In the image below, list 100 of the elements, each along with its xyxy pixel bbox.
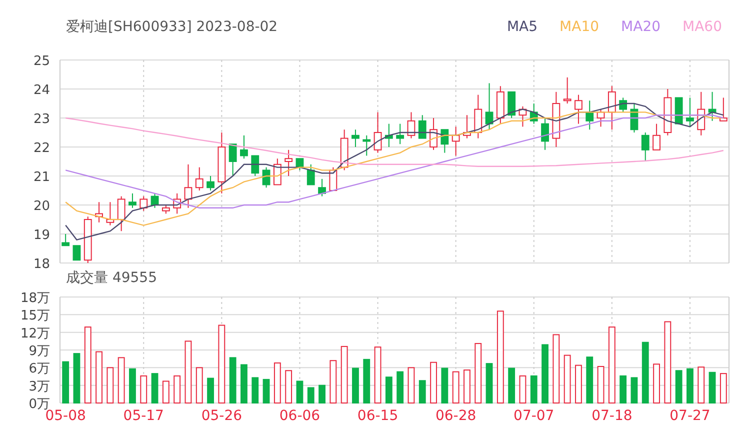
candlestick: [552, 91, 560, 148]
volume-bar: [408, 367, 415, 404]
volume-bar: [597, 366, 604, 404]
axis-label: 9万: [28, 344, 50, 359]
volume-bar: [285, 370, 292, 404]
candlestick: [664, 88, 672, 136]
candlestick: [485, 82, 494, 130]
volume-bar: [508, 368, 516, 404]
candlestick: [228, 144, 237, 176]
axis-label: 18万: [20, 291, 50, 306]
volume-bar: [262, 378, 270, 404]
candlestick: [396, 123, 404, 145]
candlestick: [352, 129, 360, 148]
axis-label: 24: [33, 83, 50, 98]
candlestick: [440, 129, 449, 154]
candlestick: [496, 86, 504, 124]
date-label: 06-28: [435, 408, 476, 424]
axis-label: 25: [33, 54, 50, 69]
volume-bar: [575, 364, 582, 404]
volume-bar: [653, 364, 660, 404]
legend-label: MA10: [560, 18, 600, 36]
candlestick: [719, 97, 728, 122]
volume-bar: [207, 378, 214, 404]
volume-bar: [252, 377, 259, 404]
volume-bar: [196, 367, 203, 404]
volume-bar: [229, 357, 236, 404]
legend-label: MA20: [621, 18, 661, 36]
date-label: 07-18: [592, 408, 632, 424]
candlestick: [708, 91, 716, 122]
axis-label: 12万: [20, 326, 50, 342]
date-label: 07-07: [514, 408, 554, 424]
axis-label: 21: [33, 170, 50, 185]
volume-bar: [698, 366, 705, 404]
candlestick: [296, 158, 304, 171]
chart-title: 爱柯迪[SH600933] 2023-08-02: [66, 18, 278, 36]
candlestick: [284, 149, 293, 176]
candlestick: [240, 134, 248, 160]
candlestick: [630, 103, 638, 133]
candlestick: [218, 132, 226, 194]
axis-label: 19: [33, 228, 50, 243]
volume-bar: [118, 357, 125, 404]
candlestick: [652, 123, 660, 150]
candlestick: [518, 106, 527, 128]
axis-label: 22: [33, 141, 50, 156]
candlestick: [195, 166, 204, 191]
volume-bar: [686, 368, 694, 404]
volume-bar: [464, 370, 470, 404]
candlestick: [641, 132, 650, 162]
volume-bar: [396, 371, 404, 404]
candlestick: [674, 97, 683, 124]
volume-bar: [330, 360, 337, 404]
date-label: 05-17: [123, 408, 164, 424]
candlestick: [463, 114, 471, 139]
volume-title: 成交量 49555: [66, 269, 157, 287]
candlestick: [95, 202, 103, 223]
candlestick: [140, 196, 148, 212]
candlestick: [384, 123, 393, 148]
volume-bar: [363, 358, 370, 404]
candlestick: [72, 245, 81, 261]
candlestick: [84, 216, 92, 264]
date-label: 06-06: [279, 408, 320, 424]
candlestick: [251, 155, 260, 176]
candlestick: [619, 97, 628, 113]
volume-bar: [240, 364, 248, 404]
candlestick: [608, 86, 616, 130]
candlestick: [508, 91, 516, 118]
volume-bar: [73, 353, 80, 404]
candlestick: [374, 112, 382, 154]
candlestick: [173, 192, 182, 214]
volume-bar: [307, 387, 314, 404]
candlestick: [697, 91, 706, 136]
candlestick: [306, 164, 315, 186]
candlestick: [62, 234, 70, 246]
axis-label: 6万: [28, 362, 50, 377]
volume-bar: [630, 377, 638, 404]
volume-bar: [62, 361, 70, 404]
candlestick: [206, 176, 214, 191]
candlestick: [262, 166, 270, 188]
candlestick: [530, 103, 538, 124]
date-label: 06-15: [357, 408, 398, 424]
volume-bar: [441, 368, 448, 404]
candlestick: [474, 94, 482, 139]
volume-bar: [296, 380, 304, 404]
candlestick: [362, 134, 371, 156]
volume-bar: [340, 346, 348, 404]
volume-bar: [708, 372, 716, 404]
date-label: 07-27: [670, 408, 710, 424]
volume-bar: [352, 368, 359, 404]
candlestick: [574, 94, 582, 124]
volume-bar: [564, 354, 571, 404]
candlestick: [407, 112, 416, 139]
volume-bar: [675, 370, 682, 404]
volume-bar: [552, 334, 560, 404]
volume-bar: [274, 362, 281, 404]
candlestick: [586, 100, 594, 130]
volume-bar: [720, 373, 727, 404]
candlestick: [686, 97, 694, 128]
candlestick: [128, 192, 136, 208]
volume-bar: [519, 375, 526, 404]
volume-bar: [385, 376, 392, 404]
